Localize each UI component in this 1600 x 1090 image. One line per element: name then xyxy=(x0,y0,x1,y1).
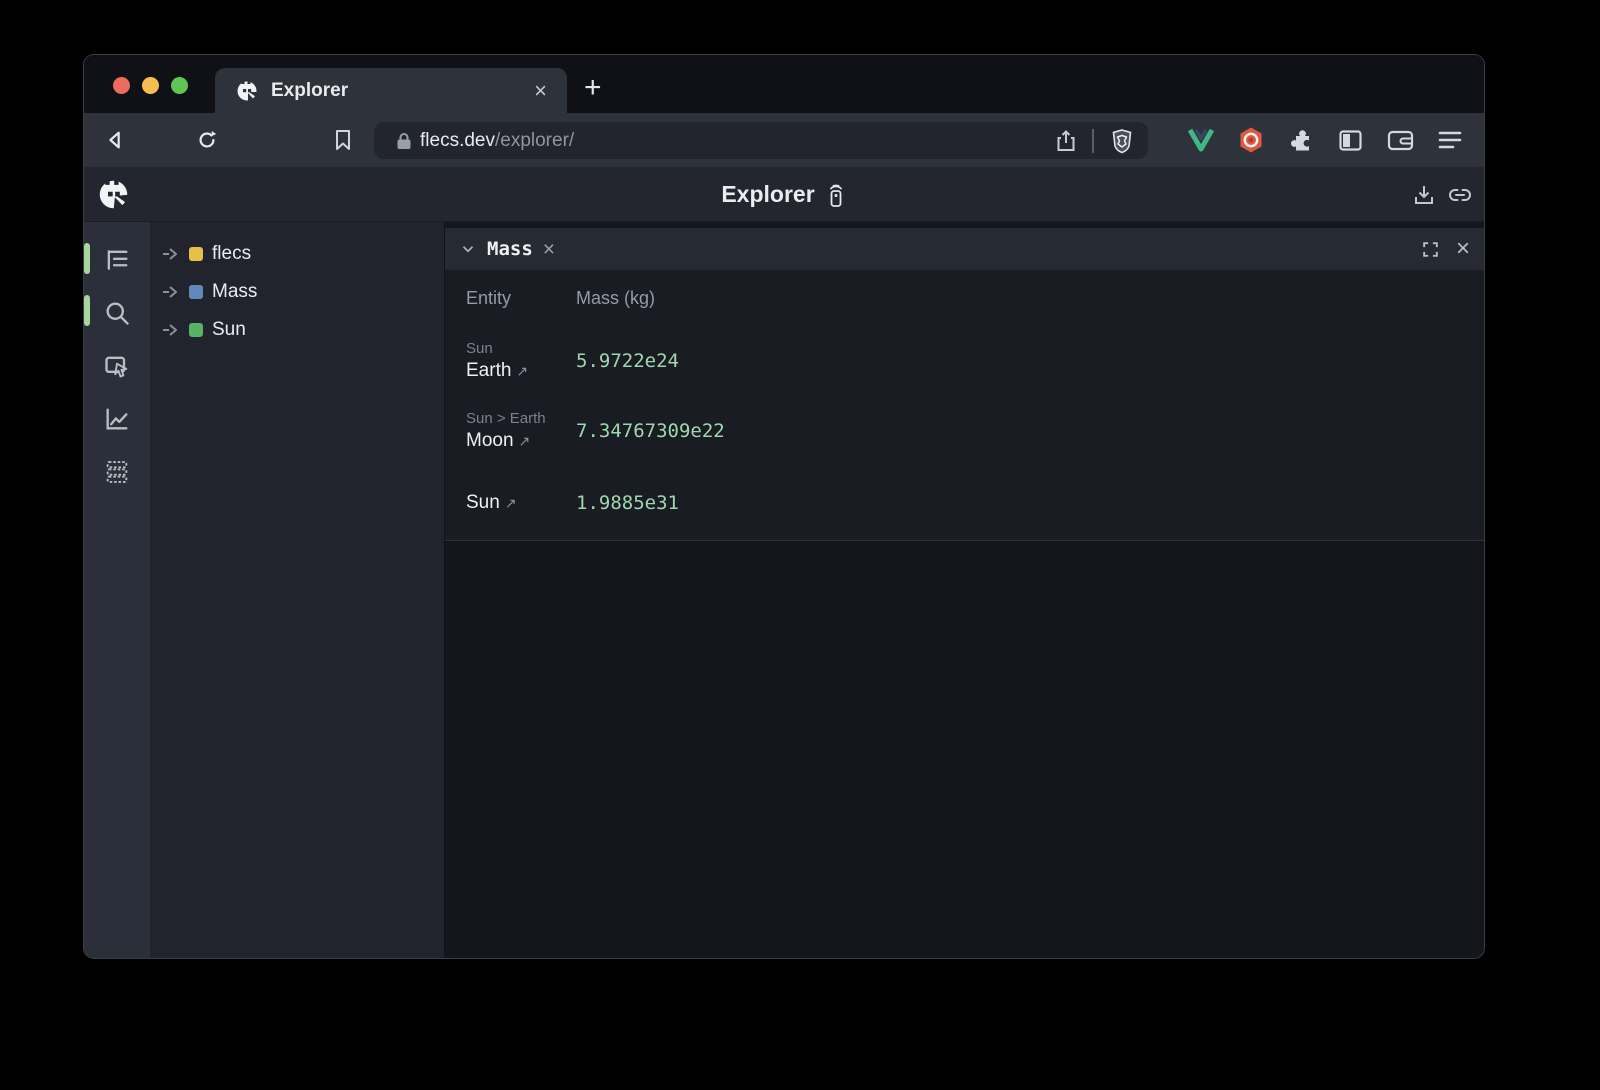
extensions-puzzle-icon[interactable] xyxy=(1288,127,1314,153)
wallet-icon[interactable] xyxy=(1387,128,1414,152)
tab-close-icon[interactable]: × xyxy=(528,78,553,104)
bookmark-icon[interactable] xyxy=(320,129,366,151)
close-window-button[interactable] xyxy=(113,77,130,94)
extension-icons xyxy=(1188,113,1462,167)
external-link-arrow-icon: ↗ xyxy=(519,433,531,449)
app-content: flecs Mass Sun xyxy=(84,222,1484,958)
query-result-table: Entity Mass (kg) Sun Earth↗ 5.9722e24 Su… xyxy=(445,270,1484,541)
chevron-down-icon[interactable] xyxy=(459,240,477,258)
app-header: Explorer xyxy=(84,167,1484,222)
header-actions xyxy=(1412,167,1472,222)
tree-item-mass[interactable]: Mass xyxy=(150,273,444,311)
hexagon-extension-icon[interactable] xyxy=(1238,126,1264,154)
tree-item-flecs[interactable]: flecs xyxy=(150,235,444,273)
search-panel-icon[interactable] xyxy=(101,297,133,329)
chart-panel-icon[interactable] xyxy=(101,403,133,435)
zoom-window-button[interactable] xyxy=(171,77,188,94)
mass-value: 7.34767309e22 xyxy=(576,420,725,442)
mass-value: 5.9722e24 xyxy=(576,350,679,372)
tree-item-label: flecs xyxy=(212,243,251,265)
share-icon[interactable] xyxy=(1056,129,1076,153)
menu-icon[interactable] xyxy=(1438,129,1462,151)
external-link-arrow-icon: ↗ xyxy=(505,495,517,511)
tree-panel-icon[interactable] xyxy=(101,244,133,276)
expand-arrow-icon[interactable] xyxy=(161,244,181,264)
expand-arrow-icon[interactable] xyxy=(161,320,181,340)
back-button[interactable] xyxy=(92,129,138,151)
reload-button[interactable] xyxy=(184,129,230,151)
column-header-entity: Entity xyxy=(445,288,576,309)
active-panel-indicator-query xyxy=(84,295,90,326)
browser-tab[interactable]: Explorer × xyxy=(215,68,567,113)
entity-tree-panel: flecs Mass Sun xyxy=(150,222,445,958)
entity-parent-path: Sun xyxy=(466,340,576,357)
table-panel-icon[interactable] xyxy=(101,456,133,488)
url-bar[interactable]: flecs.dev/explorer/ xyxy=(374,122,1148,159)
mass-value: 1.9885e31 xyxy=(576,492,679,514)
minimize-window-button[interactable] xyxy=(142,77,159,94)
table-row: Sun > Earth Moon↗ 7.34767309e22 xyxy=(445,396,1484,466)
query-title: Mass xyxy=(487,238,533,260)
query-panel-header[interactable]: Mass × × xyxy=(445,228,1484,270)
external-link-arrow-icon: ↗ xyxy=(516,363,528,379)
fullscreen-icon[interactable] xyxy=(1421,240,1440,259)
entity-parent-path: Sun > Earth xyxy=(466,410,576,427)
lock-icon xyxy=(396,132,412,150)
forward-button[interactable] xyxy=(138,129,184,151)
expand-arrow-icon[interactable] xyxy=(161,282,181,302)
entity-link[interactable]: Sun↗ xyxy=(466,492,576,514)
url-path: /explorer/ xyxy=(495,130,574,151)
page-title-group: Explorer xyxy=(84,167,1484,222)
table-row: Sun Earth↗ 5.9722e24 xyxy=(445,326,1484,396)
entity-color-swatch xyxy=(189,323,203,337)
entity-link[interactable]: Earth↗ xyxy=(466,360,576,382)
tab-title: Explorer xyxy=(271,80,528,102)
traffic-lights xyxy=(113,77,188,94)
browser-window: Explorer × + flecs.dev/explorer/ xyxy=(84,55,1484,958)
entity-color-swatch xyxy=(189,285,203,299)
panel-close-icon[interactable]: × xyxy=(1456,237,1470,261)
download-icon[interactable] xyxy=(1412,183,1436,207)
divider xyxy=(1092,129,1094,153)
query-close-icon[interactable]: × xyxy=(543,239,555,260)
query-panel-empty-area xyxy=(445,541,1484,958)
inspector-panel-icon[interactable] xyxy=(101,350,133,382)
browser-toolbar: flecs.dev/explorer/ xyxy=(84,113,1484,167)
left-icon-strip xyxy=(84,222,150,958)
entity-color-swatch xyxy=(189,247,203,261)
column-header-value: Mass (kg) xyxy=(576,288,655,309)
url-domain: flecs.dev xyxy=(420,130,495,151)
tab-bar: Explorer × + xyxy=(84,55,1484,113)
entity-link[interactable]: Moon↗ xyxy=(466,430,576,452)
vue-devtools-icon[interactable] xyxy=(1188,128,1214,152)
active-panel-indicator-tree xyxy=(84,243,90,274)
new-tab-button[interactable]: + xyxy=(584,73,602,103)
url-text: flecs.dev/explorer/ xyxy=(420,130,574,152)
sidebar-toggle-icon[interactable] xyxy=(1338,128,1363,153)
tree-item-label: Sun xyxy=(212,319,246,341)
table-row: Sun↗ 1.9885e31 xyxy=(445,466,1484,540)
brave-shield-icon[interactable] xyxy=(1110,128,1134,154)
flecs-favicon-icon xyxy=(235,79,259,103)
tree-item-sun[interactable]: Sun xyxy=(150,311,444,349)
page-title: Explorer xyxy=(721,181,814,208)
link-icon[interactable] xyxy=(1448,183,1472,207)
tree-item-label: Mass xyxy=(212,281,257,303)
table-header-row: Entity Mass (kg) xyxy=(445,270,1484,326)
query-panel: Mass × × Entity Mass (kg) Sun Earth↗ xyxy=(445,222,1484,958)
remote-connection-icon[interactable] xyxy=(825,182,847,208)
